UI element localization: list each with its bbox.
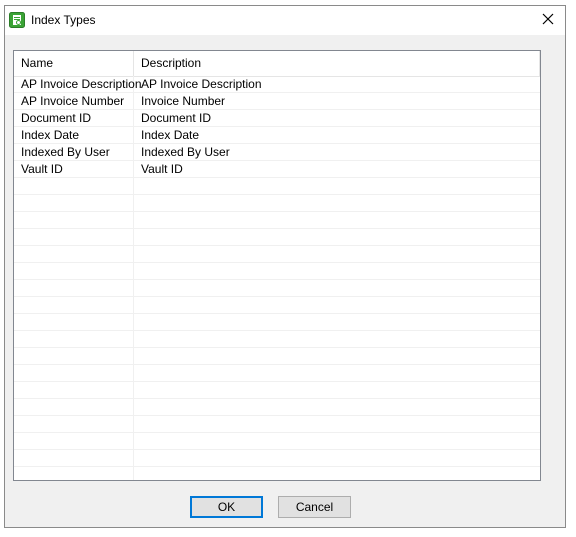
list-row[interactable]: Indexed By User Indexed By User: [14, 144, 540, 161]
row-description: Index Date: [141, 128, 200, 142]
empty-row: [14, 399, 540, 416]
list-row[interactable]: AP Invoice Description AP Invoice Descri…: [14, 76, 540, 93]
empty-row: [14, 348, 540, 365]
row-name: AP Invoice Description: [21, 77, 142, 91]
row-name: Index Date: [21, 128, 80, 142]
empty-row: [14, 331, 540, 348]
empty-row: [14, 178, 540, 195]
list-body: AP Invoice Description AP Invoice Descri…: [14, 76, 540, 480]
column-header-name[interactable]: Name: [14, 51, 134, 76]
row-description: Invoice Number: [141, 94, 226, 108]
empty-row: [14, 229, 540, 246]
index-types-list[interactable]: Name Description AP Invoice Description …: [13, 50, 541, 481]
row-name: Vault ID: [21, 162, 63, 176]
row-description: Indexed By User: [141, 145, 230, 159]
list-row[interactable]: Vault ID Vault ID: [14, 161, 540, 178]
empty-row: [14, 450, 540, 467]
empty-row: [14, 433, 540, 450]
row-description: Document ID: [141, 111, 212, 125]
row-description: Vault ID: [141, 162, 183, 176]
empty-row: [14, 467, 540, 480]
empty-row: [14, 297, 540, 314]
list-row[interactable]: AP Invoice Number Invoice Number: [14, 93, 540, 110]
empty-row: [14, 416, 540, 433]
window-title: Index Types: [31, 13, 96, 27]
empty-row: [14, 195, 540, 212]
close-button[interactable]: [531, 6, 565, 35]
cancel-button[interactable]: Cancel: [278, 496, 351, 518]
close-icon: [542, 13, 554, 28]
column-header-description[interactable]: Description: [134, 51, 540, 76]
title-bar: Index Types: [5, 6, 565, 35]
list-row[interactable]: Document ID Document ID: [14, 110, 540, 127]
empty-row: [14, 365, 540, 382]
ok-button[interactable]: OK: [190, 496, 263, 518]
row-name: AP Invoice Number: [21, 94, 125, 108]
app-icon: [9, 12, 25, 28]
row-name: Indexed By User: [21, 145, 110, 159]
empty-row: [14, 212, 540, 229]
list-row[interactable]: Index Date Index Date: [14, 127, 540, 144]
list-header: Name Description: [14, 51, 540, 77]
empty-row: [14, 263, 540, 280]
row-name: Document ID: [21, 111, 92, 125]
index-types-dialog: Index Types Name Description AP Invoice …: [4, 5, 566, 528]
empty-row: [14, 314, 540, 331]
row-description: AP Invoice Description: [141, 77, 262, 91]
empty-row: [14, 382, 540, 399]
empty-row: [14, 246, 540, 263]
empty-row: [14, 280, 540, 297]
